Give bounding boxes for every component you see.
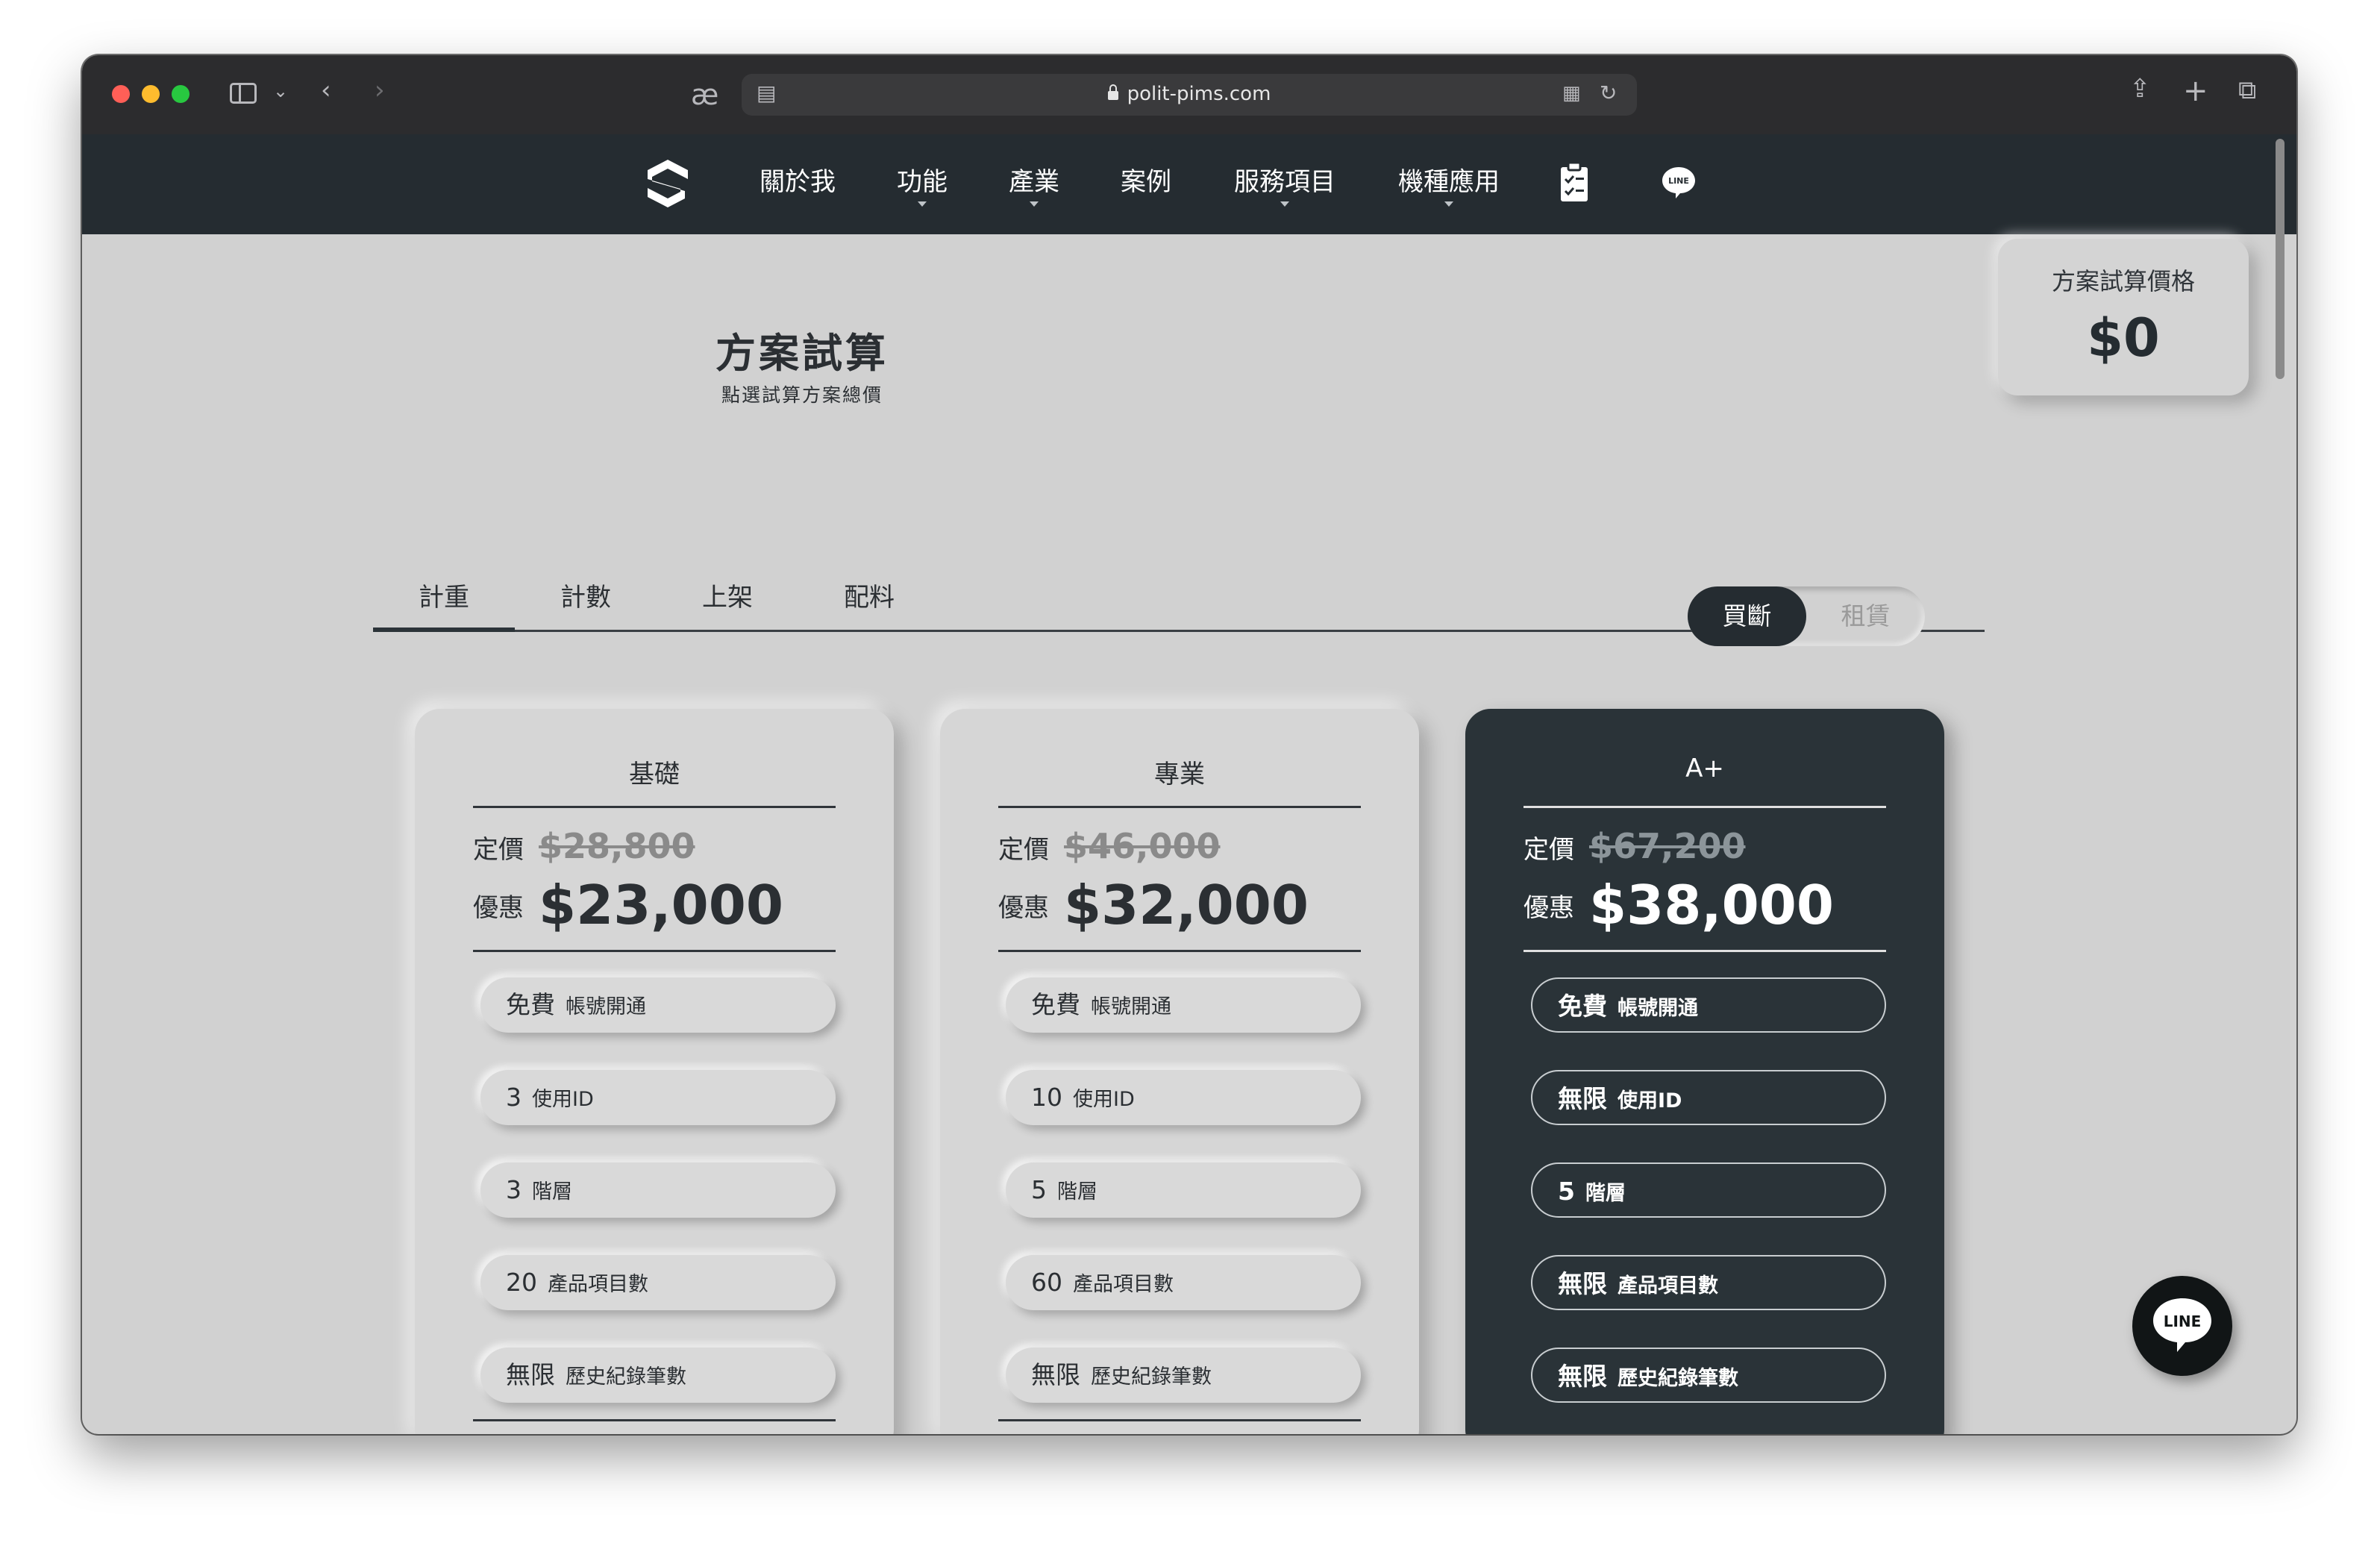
- list-price: $46,000: [1064, 826, 1221, 866]
- page-subtitle: 點選試算方案總價: [721, 384, 883, 406]
- deal-price: $23,000: [539, 874, 783, 936]
- plan-name: A+: [1685, 754, 1724, 783]
- toggle-rental[interactable]: 租賃: [1806, 586, 1925, 646]
- line-nav-text: LINE: [1668, 176, 1689, 186]
- line-chat-icon[interactable]: LINE: [1661, 166, 1697, 200]
- deal-price-row: 優惠 $38,000: [1523, 874, 1886, 936]
- tab-shelving[interactable]: 上架: [657, 578, 798, 630]
- site-logo-icon[interactable]: [643, 157, 692, 210]
- divider: [1523, 806, 1886, 808]
- new-tab-icon[interactable]: +: [2183, 76, 2208, 106]
- feature-item: 無限 產品項目數: [1531, 1255, 1886, 1310]
- feature-item: 無限 歷史紀錄筆數: [1006, 1348, 1361, 1403]
- feature-list: 免費 帳號開通 10 使用ID 5 階層 60 產品項目數 無限 歷史紀錄筆數: [998, 977, 1361, 1403]
- sidebar-toggle-icon[interactable]: [230, 83, 257, 104]
- zoom-window-button[interactable]: [172, 85, 190, 103]
- caret-down-icon: [1444, 201, 1453, 207]
- url-text: polit-pims.com: [1127, 83, 1271, 105]
- close-window-button[interactable]: [112, 85, 130, 103]
- feature-list: 免費 帳號開通 3 使用ID 3 階層 20 產品項目數 無限 歷史紀錄筆數: [473, 977, 836, 1403]
- lock-icon: [1107, 84, 1118, 100]
- total-price-label: 方案試算價格: [2051, 267, 2195, 295]
- feature-item: 5 階層: [1006, 1162, 1361, 1218]
- tab-weighing[interactable]: 計重: [373, 578, 515, 632]
- total-price-card: 方案試算價格 $0: [1998, 239, 2249, 395]
- total-price-value: $0: [2087, 307, 2160, 369]
- nav-item-industries[interactable]: 產業: [1009, 167, 1059, 207]
- feature-list: 免費 帳號開通 無限 使用ID 5 階層 無限 產品項目數 無限 歷史紀錄筆數: [1523, 977, 1886, 1403]
- list-price-label: 定價: [473, 835, 524, 865]
- nav-item-about[interactable]: 關於我: [760, 167, 836, 197]
- divider: [473, 950, 836, 952]
- site-navbar: 關於我 功能 產業 案例 服務項目 機種應用 LINE: [82, 134, 2296, 234]
- page-title: 方案試算: [715, 330, 889, 377]
- feature-item: 免費 帳號開通: [1006, 977, 1361, 1033]
- feature-item: 無限 使用ID: [1531, 1070, 1886, 1125]
- minimize-window-button[interactable]: [142, 85, 160, 103]
- share-icon[interactable]: ⇪: [2129, 76, 2151, 101]
- divider: [473, 806, 836, 808]
- tab-counting[interactable]: 計數: [515, 578, 657, 630]
- plan-name: 基礎: [629, 760, 680, 789]
- plan-card-professional[interactable]: 專業 定價 $46,000 優惠 $32,000 免費 帳號開通 10 使用ID 5 階層…: [940, 709, 1419, 1434]
- browser-toolbar: ⌄ ‹ › æ ▤ polit-pims.com ▦ ↻ ⇪ + ⧉: [82, 55, 2296, 136]
- nav-item-features[interactable]: 功能: [897, 167, 948, 207]
- feature-item: 免費 帳號開通: [1531, 977, 1886, 1033]
- reload-icon[interactable]: ↻: [1600, 83, 1617, 104]
- deal-price-label: 優惠: [1523, 892, 1574, 923]
- list-price-label: 定價: [998, 835, 1049, 865]
- deal-price-row: 優惠 $32,000: [998, 874, 1361, 936]
- list-price-row: 定價 $46,000: [998, 826, 1361, 866]
- scrollbar-thumb[interactable]: [2276, 139, 2285, 379]
- feature-item: 20 產品項目數: [480, 1255, 836, 1310]
- translate-icon[interactable]: ▦: [1562, 84, 1581, 103]
- feature-item: 60 產品項目數: [1006, 1255, 1361, 1310]
- purchase-mode-toggle[interactable]: 買斷 租賃: [1688, 586, 1925, 646]
- deal-price: $32,000: [1064, 874, 1309, 936]
- feature-item: 5 階層: [1531, 1162, 1886, 1218]
- deal-price-label: 優惠: [473, 892, 524, 923]
- list-price: $67,200: [1589, 826, 1746, 866]
- feature-item: 免費 帳號開通: [480, 977, 836, 1033]
- back-icon[interactable]: ‹: [321, 78, 331, 103]
- line-fab-text: LINE: [2164, 1312, 2202, 1330]
- clipboard-check-icon[interactable]: [1559, 161, 1589, 203]
- caret-down-icon: [1030, 201, 1039, 207]
- deal-price-row: 優惠 $23,000: [473, 874, 836, 936]
- divider: [998, 1419, 1361, 1421]
- toggle-buyout[interactable]: 買斷: [1688, 586, 1806, 646]
- list-price-label: 定價: [1523, 835, 1574, 865]
- feature-item: 3 使用ID: [480, 1070, 836, 1125]
- nav-item-models[interactable]: 機種應用: [1398, 167, 1500, 207]
- feature-item: 無限 歷史紀錄筆數: [480, 1348, 836, 1403]
- divider: [473, 1419, 836, 1421]
- nav-item-cases[interactable]: 案例: [1121, 167, 1171, 197]
- list-price: $28,800: [539, 826, 695, 866]
- browser-window: ⌄ ‹ › æ ▤ polit-pims.com ▦ ↻ ⇪ + ⧉ 關於我 功…: [82, 55, 2296, 1434]
- list-price-row: 定價 $67,200: [1523, 826, 1886, 866]
- plan-card-aplus[interactable]: A+ 定價 $67,200 優惠 $38,000 免費 帳號開通 無限 使用ID 5 階層…: [1465, 709, 1944, 1434]
- address-bar[interactable]: ▤ polit-pims.com ▦ ↻: [742, 74, 1637, 116]
- plan-card-basic[interactable]: 基礎 定價 $28,800 優惠 $23,000 免費 帳號開通 3 使用ID 3 階層 …: [415, 709, 894, 1434]
- tab-batching[interactable]: 配料: [798, 578, 940, 630]
- caret-down-icon: [918, 201, 927, 207]
- forward-icon[interactable]: ›: [375, 78, 385, 103]
- feature-item: 無限 歷史紀錄筆數: [1531, 1348, 1886, 1403]
- list-price-row: 定價 $28,800: [473, 826, 836, 866]
- line-bubble-icon: LINE: [2153, 1298, 2211, 1352]
- extension-icon[interactable]: æ: [691, 81, 718, 109]
- caret-down-icon: [1280, 201, 1289, 207]
- tab-overview-icon[interactable]: ⧉: [2238, 78, 2256, 103]
- plan-name: 專業: [1154, 760, 1205, 789]
- deal-price: $38,000: [1589, 874, 1834, 936]
- divider: [998, 806, 1361, 808]
- chevron-down-icon[interactable]: ⌄: [273, 82, 288, 100]
- divider: [1523, 950, 1886, 952]
- feature-item: 3 階層: [480, 1162, 836, 1218]
- line-chat-button[interactable]: LINE: [2132, 1276, 2232, 1376]
- feature-item: 10 使用ID: [1006, 1070, 1361, 1125]
- deal-price-label: 優惠: [998, 892, 1049, 923]
- divider: [998, 950, 1361, 952]
- nav-item-services[interactable]: 服務項目: [1234, 167, 1335, 207]
